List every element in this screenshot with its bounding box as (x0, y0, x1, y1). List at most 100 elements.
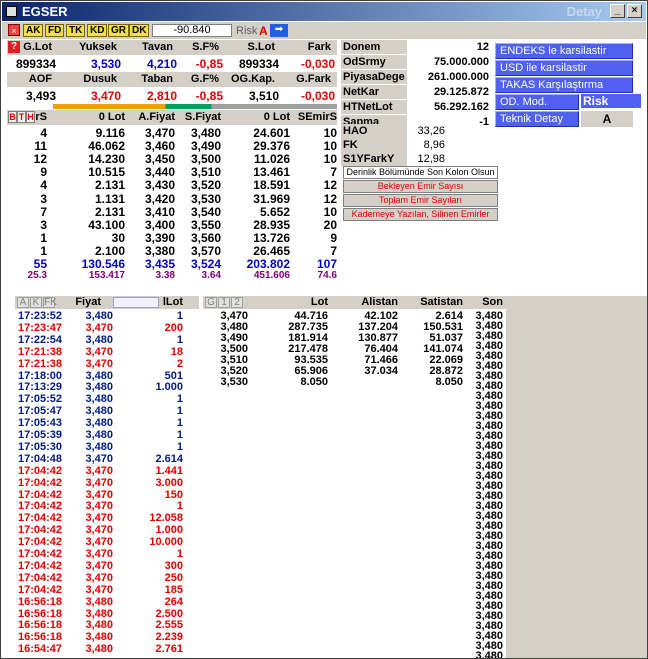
depth-cell: 13.726 (253, 230, 290, 245)
depth-cell: 3,430 (144, 178, 175, 193)
minimize-button[interactable]: _ (610, 4, 625, 18)
menu-item-3[interactable]: Kademeye Yazılan, Silinen Emirler (343, 208, 498, 221)
trade-price: 3,480 (85, 440, 113, 453)
trades-tab-2[interactable]: FK (43, 297, 57, 308)
depth-cell: 9 (40, 165, 47, 180)
trade-price: 3,470 (85, 464, 113, 477)
depth-cell: 9.116 (95, 126, 125, 140)
trade-time: 16:56:18 (18, 607, 63, 620)
dist-header-lot: Lot (310, 296, 328, 308)
depth-cell: 3,440 (144, 165, 175, 180)
depth-cell: 1 (40, 243, 47, 258)
trade-time: 17:04:42 (18, 583, 63, 596)
tag-dk[interactable]: DK (129, 24, 150, 37)
trade-time: 16:56:18 (18, 595, 63, 608)
compare-button-2[interactable]: TAKAS Karşılaştırma (495, 77, 633, 93)
depth-header-3: S.Fiyat (184, 111, 221, 123)
trade-time: 17:13:29 (18, 381, 63, 394)
trade-time: 17:04:42 (18, 536, 63, 549)
trade-price: 3,480 (85, 619, 113, 632)
dist-cell: 37.034 (364, 365, 398, 377)
depth-total: 130.546 (81, 257, 125, 271)
trade-price: 3,480 (85, 310, 113, 322)
tag-kd[interactable]: KD (87, 24, 108, 37)
summary-value-0: 899334 (15, 57, 56, 71)
depth-header-2: A.Fiyat (138, 111, 175, 123)
depth-cell: 3,540 (190, 204, 221, 219)
depth-avg: 451.606 (253, 270, 290, 282)
trade-price: 3,470 (85, 476, 113, 489)
trade-price: 3,470 (85, 548, 113, 560)
depth-cell: 10 (323, 139, 337, 154)
trade-lot: 1 (176, 440, 183, 453)
depth-cell: 3,450 (144, 152, 175, 167)
close-button[interactable]: × (627, 4, 642, 18)
summary-header-5: Fark (307, 41, 331, 53)
depth-cell: 29.376 (253, 139, 290, 154)
range-bar (7, 104, 337, 109)
compare-button-0[interactable]: ENDEKS le karsilastir (495, 43, 633, 59)
depth-avg: 25.3 (27, 270, 47, 282)
depth-header-0: rS (35, 111, 47, 123)
trade-lot: 250 (164, 571, 183, 584)
depth-cell: 26.465 (253, 243, 290, 258)
trade-lot: 2.761 (155, 643, 183, 656)
trade-lot: 1.000 (155, 524, 183, 537)
trade-lot: 10.000 (149, 536, 183, 549)
depth-cell: 20 (323, 217, 337, 232)
depth-total: 3,435 (144, 257, 175, 271)
trade-price: 3,470 (85, 512, 113, 525)
menu-item-2[interactable]: Toplam Emir Sayıları (343, 194, 498, 207)
summary-value-3: -0,85 (195, 57, 223, 71)
distribution-panel: G 1 2 Lot Alistan Satistan 3,470 44.716 42.102 2… (203, 296, 506, 658)
trades-filter-input[interactable] (113, 297, 159, 308)
trade-price: 3,470 (85, 536, 113, 549)
depth-cell: 3,390 (144, 230, 175, 245)
menu-item-1[interactable]: Bekleyen Emir Sayısı (343, 180, 498, 193)
depth-tab-h[interactable]: H (26, 111, 35, 123)
depth-tab-b[interactable]: B (8, 111, 17, 123)
depth-cell: 4 (40, 126, 47, 140)
info-label: Donem (341, 40, 407, 54)
dist-tab-1[interactable]: 1 (218, 297, 230, 308)
tag-ak[interactable]: AK (23, 24, 44, 37)
tag-fd[interactable]: FD (45, 24, 65, 37)
dist-tab-0[interactable]: G (205, 297, 217, 308)
tag-gr[interactable]: GR (108, 24, 129, 37)
depth-cell: 31.969 (253, 191, 290, 206)
trade-time: 17:04:42 (18, 464, 63, 477)
trade-time: 17:05:52 (18, 393, 63, 406)
info-label: PiyasaDege (341, 70, 407, 84)
arrow-right-icon[interactable]: ➡ (270, 24, 288, 37)
value-field[interactable]: -90.840 (152, 24, 232, 37)
depth-tab-t[interactable]: T (17, 111, 26, 123)
trade-time: 17:04:42 (18, 488, 63, 501)
compare-button-1[interactable]: USD ile karsilastir (495, 60, 633, 76)
dist-tab-2[interactable]: 2 (231, 297, 243, 308)
compare-button-4[interactable]: Teknik Detay (495, 111, 579, 127)
trades-tab-1[interactable]: K (30, 297, 42, 308)
trade-lot: 2 (176, 357, 183, 370)
trade-lot: 200 (164, 321, 183, 334)
depth-cell: 30 (111, 230, 125, 245)
depth-cell: 3,420 (144, 191, 175, 206)
trade-time: 17:04:42 (18, 500, 63, 513)
window-icon (6, 6, 17, 17)
menu-item-0[interactable]: Derinlik Bölümünde Son Kolon Olsun (343, 166, 498, 179)
trades-tab-0[interactable]: A (17, 297, 29, 308)
trade-time: 17:04:42 (18, 524, 63, 537)
depth-avg: 74.6 (317, 270, 337, 282)
help-icon[interactable]: ? (8, 41, 20, 53)
trade-lot: 1.000 (155, 381, 183, 394)
close-icon[interactable]: × (8, 24, 20, 36)
trade-price: 3,480 (85, 381, 113, 394)
summary-header2-2: Taban (141, 73, 173, 85)
trade-price: 3,480 (85, 369, 113, 382)
depth-cell: 12 (323, 178, 337, 193)
summary-value-4: 899334 (238, 57, 279, 71)
info2-value: 12,98 (407, 152, 447, 166)
compare-button-3[interactable]: OD. Mod. (495, 94, 579, 110)
tag-tk[interactable]: TK (66, 24, 86, 37)
depth-cell: 13.461 (253, 165, 290, 180)
trade-price: 3,470 (85, 571, 113, 584)
